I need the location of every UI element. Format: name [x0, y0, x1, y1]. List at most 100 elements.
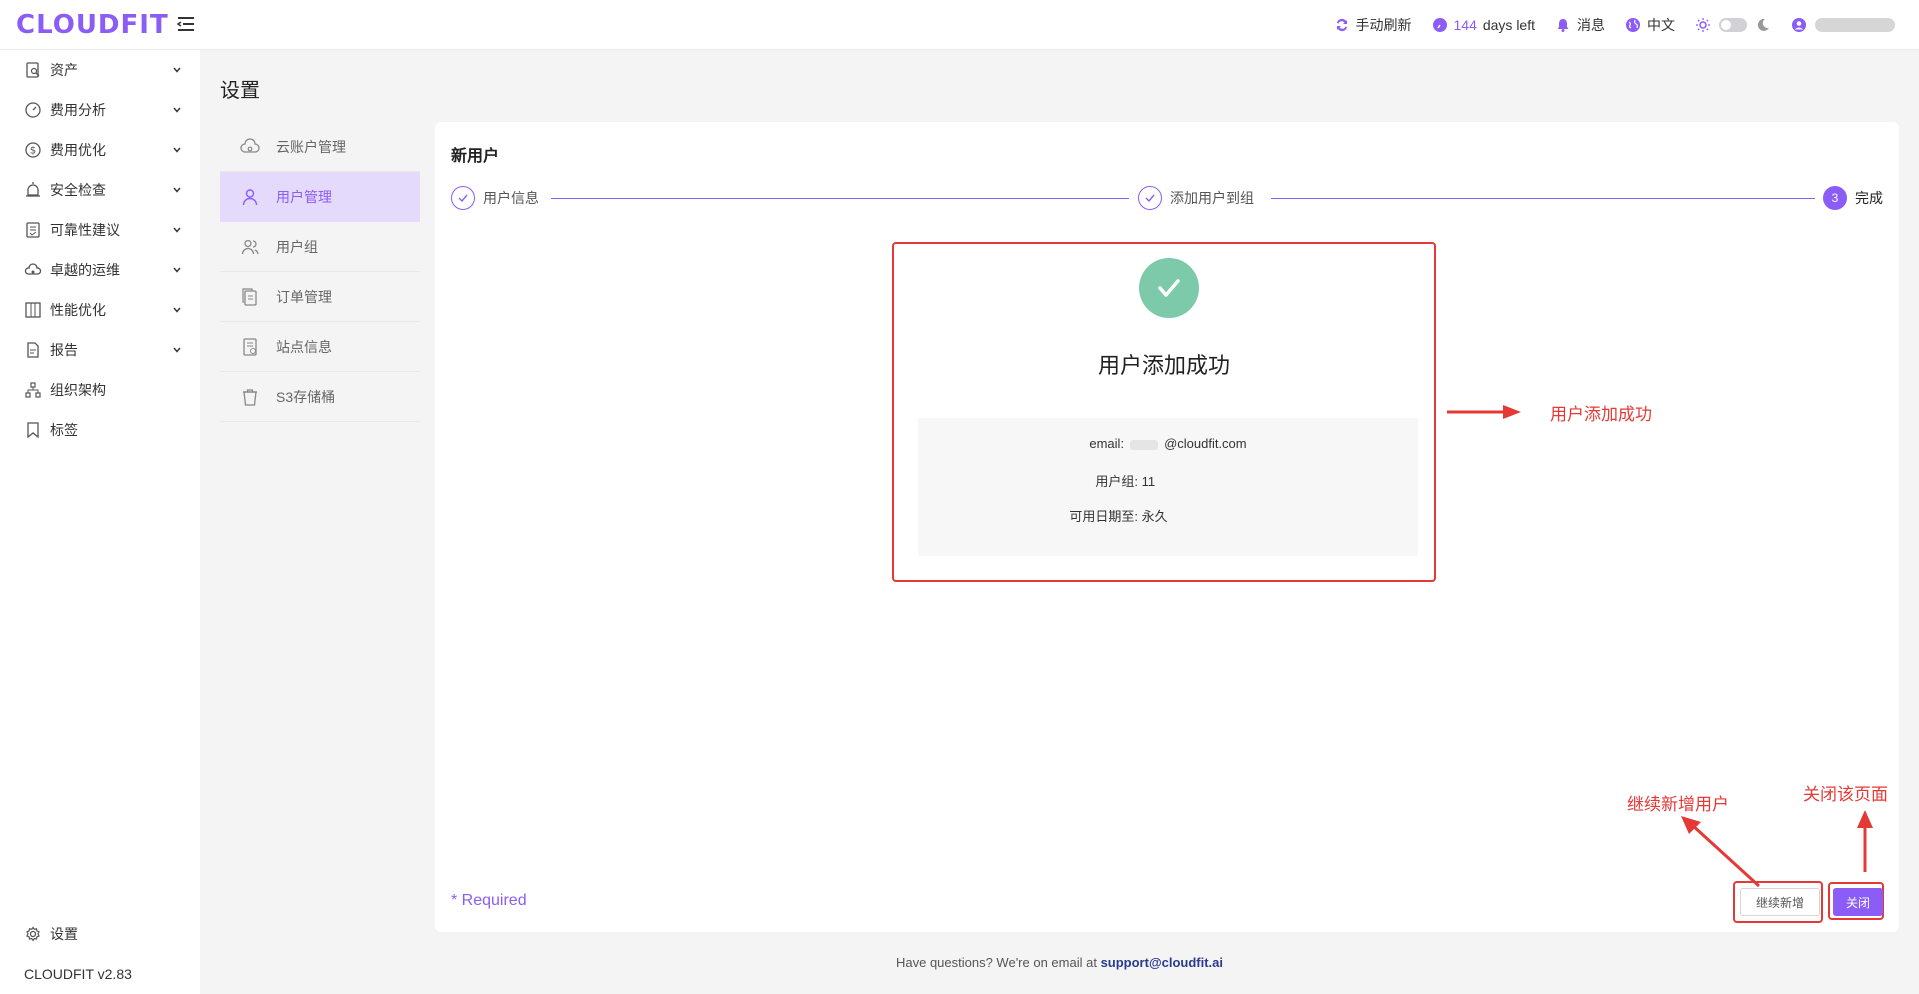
panel-title: 新用户 [451, 148, 500, 165]
steps: 用户信息 添加用户到组 3 完成 [451, 186, 1883, 210]
settings-menu-label: 用户管理 [276, 188, 332, 205]
group-value: 11 [1141, 474, 1156, 489]
list-check-icon [26, 222, 40, 238]
messages-label: 消息 [1577, 17, 1605, 33]
settings-menu-label: S3存储桶 [276, 388, 336, 405]
sidebar-item-8[interactable]: 组织架构 [0, 370, 200, 410]
sidebar-item-label: 性能优化 [50, 302, 106, 318]
annotation-success: 用户添加成功 [1550, 405, 1652, 424]
check-icon [451, 186, 475, 210]
step-connector [551, 198, 1129, 199]
gear-icon [26, 926, 40, 942]
gauge-icon [25, 102, 41, 118]
chevron-down-icon [173, 267, 181, 273]
footer: Have questions? We're on email at suppor… [200, 955, 1919, 970]
step-connector [1271, 198, 1815, 199]
valid-until-row: 可用日期至: 永久 [918, 506, 1418, 525]
success-title: 用户添加成功 [1097, 353, 1230, 378]
required-note: * Required [451, 892, 527, 909]
refresh-icon [1336, 18, 1347, 32]
sidebar-item-0[interactable]: 资产 [0, 50, 200, 90]
users-icon [241, 239, 259, 254]
sidebar-item-label: 卓越的运维 [50, 262, 120, 278]
messages-button[interactable]: 消息 [1555, 15, 1605, 35]
valid-until-value: 永久 [1141, 509, 1168, 524]
step-label: 完成 [1855, 190, 1883, 206]
sidebar-nav: 资产费用分析 $ 费用优化安全检查可靠性建议卓越的运维性能优化报告组织架构标签 [0, 50, 200, 450]
chevron-down-icon [173, 187, 181, 193]
sidebar-footer: 设置 CLOUDFIT v2.83 [0, 914, 200, 994]
success-result: 用户添加成功 email: @cloudfit.com 用户组: 11 可用日期至… [892, 242, 1436, 582]
refresh-button[interactable]: 手动刷新 [1334, 15, 1412, 35]
globe-icon [1626, 18, 1640, 32]
chevron-down-icon [173, 107, 181, 113]
logo[interactable]: CLOUDFIT [16, 10, 169, 40]
chevron-down-icon [173, 307, 181, 313]
days-count: 144 [1453, 17, 1477, 33]
grid-icon [25, 302, 41, 318]
settings-menu-item-0[interactable]: 云账户管理 [220, 122, 420, 172]
alarm-icon [26, 182, 40, 197]
settings-menu-item-3[interactable]: 订单管理 [220, 272, 420, 322]
valid-until-label: 可用日期至: [1069, 509, 1138, 524]
settings-menu-item-5[interactable]: S3存储桶 [220, 372, 420, 422]
cloud-account-icon [240, 137, 260, 153]
footer-text: Have questions? We're on email at [895, 955, 1101, 970]
chevron-down-icon [173, 67, 181, 73]
chevron-down-icon [173, 227, 181, 233]
email-redacted [1130, 439, 1159, 450]
annotation-arrow-close [1857, 810, 1873, 872]
report-icon [27, 342, 39, 358]
sidebar-item-5[interactable]: 卓越的运维 [0, 250, 200, 290]
sidebar-item-2[interactable]: $ 费用优化 [0, 130, 200, 170]
sidebar-item-3[interactable]: 安全检查 [0, 170, 200, 210]
settings-menu-item-1[interactable]: 用户管理 [220, 172, 420, 222]
support-email-link[interactable]: support@cloudfit.ai [1101, 955, 1223, 970]
sidebar-item-6[interactable]: 性能优化 [0, 290, 200, 330]
settings-menu: 云账户管理用户管理用户组订单管理站点信息 S3存储桶 [220, 122, 420, 422]
sun-icon [1696, 18, 1710, 32]
settings-menu-label: 云账户管理 [276, 138, 346, 155]
dollar-icon: $ [25, 142, 41, 158]
sidebar-item-4[interactable]: 可靠性建议 [0, 210, 200, 250]
days-left: 144 days left [1432, 17, 1535, 33]
close-button[interactable]: 关闭 [1833, 888, 1883, 916]
cloud-gear-icon [24, 263, 42, 275]
sidebar-item-label: 报告 [50, 342, 78, 358]
sidebar-item-label: 组织架构 [50, 382, 106, 398]
theme-switch[interactable] [1719, 18, 1747, 32]
theme-toggle[interactable] [1695, 17, 1771, 33]
step-add-to-group: 添加用户到组 [1138, 186, 1254, 210]
settings-menu-item-4[interactable]: 站点信息 [220, 322, 420, 372]
sidebar-item-label: 设置 [50, 926, 78, 942]
sidebar-item-label: 安全检查 [50, 182, 106, 198]
tag-icon [27, 422, 39, 439]
check-icon [1138, 186, 1162, 210]
email-value: @cloudfit.com [1164, 436, 1247, 451]
group-row: 用户组: 11 [918, 471, 1418, 490]
sidebar-item-1[interactable]: 费用分析 [0, 90, 200, 130]
step-label: 用户信息 [483, 190, 539, 206]
continue-add-button[interactable]: 继续新增 [1740, 888, 1820, 916]
menu-toggle-icon[interactable] [176, 14, 196, 34]
sidebar-item-7[interactable]: 报告 [0, 330, 200, 370]
sidebar-item-label: 费用优化 [50, 142, 106, 158]
sidebar-item-label: 可靠性建议 [50, 222, 120, 238]
settings-menu-item-2[interactable]: 用户组 [220, 222, 420, 272]
step-user-info: 用户信息 [451, 186, 539, 210]
user-menu[interactable] [1791, 17, 1895, 33]
sidebar-item-settings[interactable]: 设置 [0, 914, 200, 954]
sidebar-item-label: 费用分析 [50, 102, 106, 118]
refresh-label: 手动刷新 [1355, 17, 1412, 33]
settings-menu-label: 站点信息 [276, 338, 332, 355]
moon-icon [1757, 18, 1769, 31]
language-label: 中文 [1647, 17, 1675, 33]
settings-menu-label: 订单管理 [276, 288, 332, 305]
step-label: 添加用户到组 [1170, 190, 1254, 206]
app-version: CLOUDFIT v2.83 [24, 966, 132, 982]
step-number: 3 [1823, 186, 1847, 210]
svg-text:$: $ [30, 146, 36, 157]
site-icon [243, 337, 257, 356]
sidebar-item-9[interactable]: 标签 [0, 410, 200, 450]
language-button[interactable]: 中文 [1625, 15, 1675, 35]
